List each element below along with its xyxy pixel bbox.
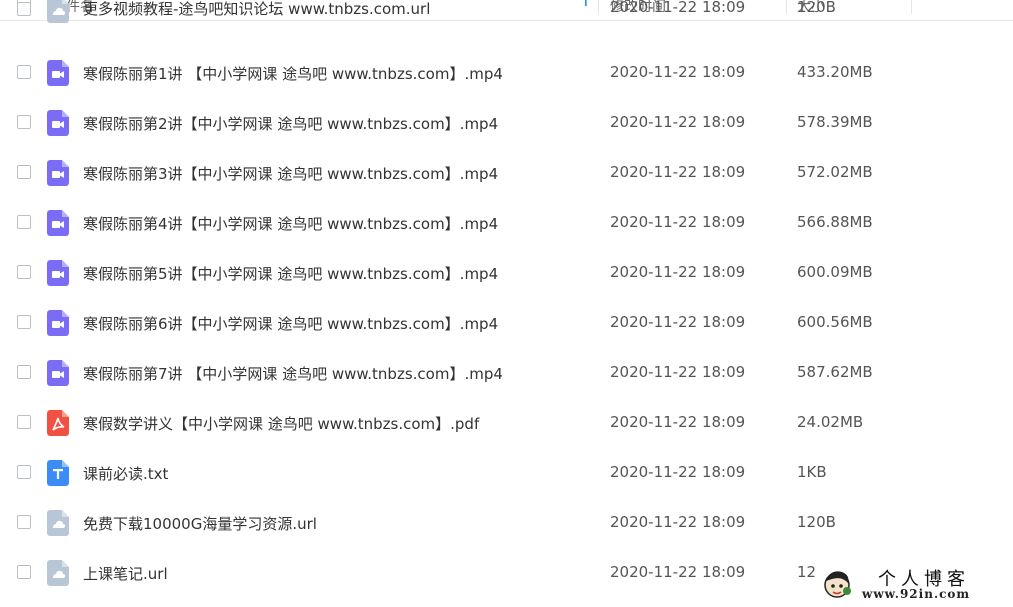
file-name[interactable]: 寒假陈丽第1讲 【中小学网课 途鸟吧 www.tnbzs.com】.mp4: [83, 63, 503, 84]
file-size: 24.02MB: [797, 413, 864, 431]
file-modified-date: 2020-11-22 18:09: [610, 563, 746, 581]
file-modified-date: 2020-11-22 18:09: [610, 313, 746, 331]
file-name[interactable]: 寒假陈丽第7讲 【中小学网课 途鸟吧 www.tnbzs.com】.mp4: [83, 363, 503, 384]
file-row[interactable]: 寒假数学讲义【中小学网课 途鸟吧 www.tnbzs.com】.pdf 2020-…: [0, 398, 1013, 448]
file-size: 1KB: [797, 463, 827, 481]
pdf-file-icon: [47, 410, 69, 436]
file-size: 433.20MB: [797, 63, 873, 81]
txt-file-icon: [47, 460, 69, 486]
row-checkbox[interactable]: [17, 65, 31, 79]
file-name[interactable]: 寒假陈丽第6讲【中小学网课 途鸟吧 www.tnbzs.com】.mp4: [83, 313, 498, 334]
file-row[interactable]: 寒假陈丽第4讲【中小学网课 途鸟吧 www.tnbzs.com】.mp4 2020…: [0, 198, 1013, 248]
video-file-icon: [47, 260, 69, 286]
video-file-icon: [47, 60, 69, 86]
url-file-icon: [47, 510, 69, 536]
file-name[interactable]: 上课笔记.url: [83, 563, 168, 584]
file-row[interactable]: 寒假陈丽第7讲 【中小学网课 途鸟吧 www.tnbzs.com】.mp4 202…: [0, 348, 1013, 398]
file-row[interactable]: 寒假陈丽第1讲 【中小学网课 途鸟吧 www.tnbzs.com】.mp4 202…: [0, 48, 1013, 98]
video-file-icon: [47, 310, 69, 336]
row-checkbox[interactable]: [17, 365, 31, 379]
row-checkbox[interactable]: [17, 215, 31, 229]
file-name[interactable]: 免费下载10000G海量学习资源.url: [83, 513, 317, 534]
file-size: 600.09MB: [797, 263, 873, 281]
file-name[interactable]: 寒假数学讲义【中小学网课 途鸟吧 www.tnbzs.com】.pdf: [83, 413, 479, 434]
url-file-icon: [47, 560, 69, 586]
file-modified-date: 2020-11-22 18:09: [610, 413, 746, 431]
watermark-url: www.92in.com: [862, 587, 971, 601]
file-name[interactable]: 课前必读.txt: [83, 463, 168, 484]
file-row[interactable]: 寒假陈丽第5讲【中小学网课 途鸟吧 www.tnbzs.com】.mp4 2020…: [0, 248, 1013, 298]
file-modified-date: 2020-11-22 18:09: [610, 163, 746, 181]
video-file-icon: [47, 160, 69, 186]
file-size: 566.88MB: [797, 213, 873, 231]
file-size: 578.39MB: [797, 113, 873, 131]
file-size: 12: [797, 563, 817, 581]
file-size: 120B: [797, 513, 836, 531]
file-modified-date: 2020-11-22 18:09: [610, 463, 746, 481]
file-modified-date: 2020-11-22 18:09: [610, 263, 746, 281]
url-file-icon: [47, 0, 69, 23]
row-checkbox[interactable]: [17, 2, 31, 16]
row-checkbox[interactable]: [17, 265, 31, 279]
row-checkbox[interactable]: [17, 515, 31, 529]
file-name[interactable]: 更多视频教程-途鸟吧知识论坛 www.tnbzs.com.url: [83, 0, 430, 19]
file-modified-date: 2020-11-22 18:09: [610, 113, 746, 131]
watermark: 个人博客 www.92in.com: [820, 565, 1010, 605]
file-name[interactable]: 寒假陈丽第4讲【中小学网课 途鸟吧 www.tnbzs.com】.mp4: [83, 213, 498, 234]
row-checkbox[interactable]: [17, 165, 31, 179]
video-file-icon: [47, 110, 69, 136]
file-row[interactable]: 更多视频教程-途鸟吧知识论坛 www.tnbzs.com.url 2020-11-…: [0, 0, 1013, 35]
file-row[interactable]: 寒假陈丽第2讲【中小学网课 途鸟吧 www.tnbzs.com】.mp4 2020…: [0, 98, 1013, 148]
file-row[interactable]: 寒假陈丽第6讲【中小学网课 途鸟吧 www.tnbzs.com】.mp4 2020…: [0, 298, 1013, 348]
file-modified-date: 2020-11-22 18:09: [610, 213, 746, 231]
file-name[interactable]: 寒假陈丽第5讲【中小学网课 途鸟吧 www.tnbzs.com】.mp4: [83, 263, 498, 284]
file-modified-date: 2020-11-22 18:09: [610, 363, 746, 381]
file-size: 120B: [797, 0, 836, 16]
row-checkbox[interactable]: [17, 415, 31, 429]
file-modified-date: 2020-11-22 18:09: [610, 513, 746, 531]
file-modified-date: 2020-11-22 18:09: [610, 0, 746, 16]
file-name[interactable]: 寒假陈丽第2讲【中小学网课 途鸟吧 www.tnbzs.com】.mp4: [83, 113, 498, 134]
row-checkbox[interactable]: [17, 565, 31, 579]
file-size: 587.62MB: [797, 363, 873, 381]
file-name[interactable]: 寒假陈丽第3讲【中小学网课 途鸟吧 www.tnbzs.com】.mp4: [83, 163, 498, 184]
file-row[interactable]: 免费下载10000G海量学习资源.url 2020-11-22 18:09 120B: [0, 498, 1013, 548]
video-file-icon: [47, 360, 69, 386]
file-row[interactable]: 课前必读.txt 2020-11-22 18:09 1KB: [0, 448, 1013, 498]
file-size: 572.02MB: [797, 163, 873, 181]
file-modified-date: 2020-11-22 18:09: [610, 63, 746, 81]
file-size: 600.56MB: [797, 313, 873, 331]
row-checkbox[interactable]: [17, 465, 31, 479]
mascot-logo-icon: [824, 571, 851, 598]
file-row[interactable]: 寒假陈丽第3讲【中小学网课 途鸟吧 www.tnbzs.com】.mp4 2020…: [0, 148, 1013, 198]
row-checkbox[interactable]: [17, 315, 31, 329]
row-checkbox[interactable]: [17, 115, 31, 129]
video-file-icon: [47, 210, 69, 236]
